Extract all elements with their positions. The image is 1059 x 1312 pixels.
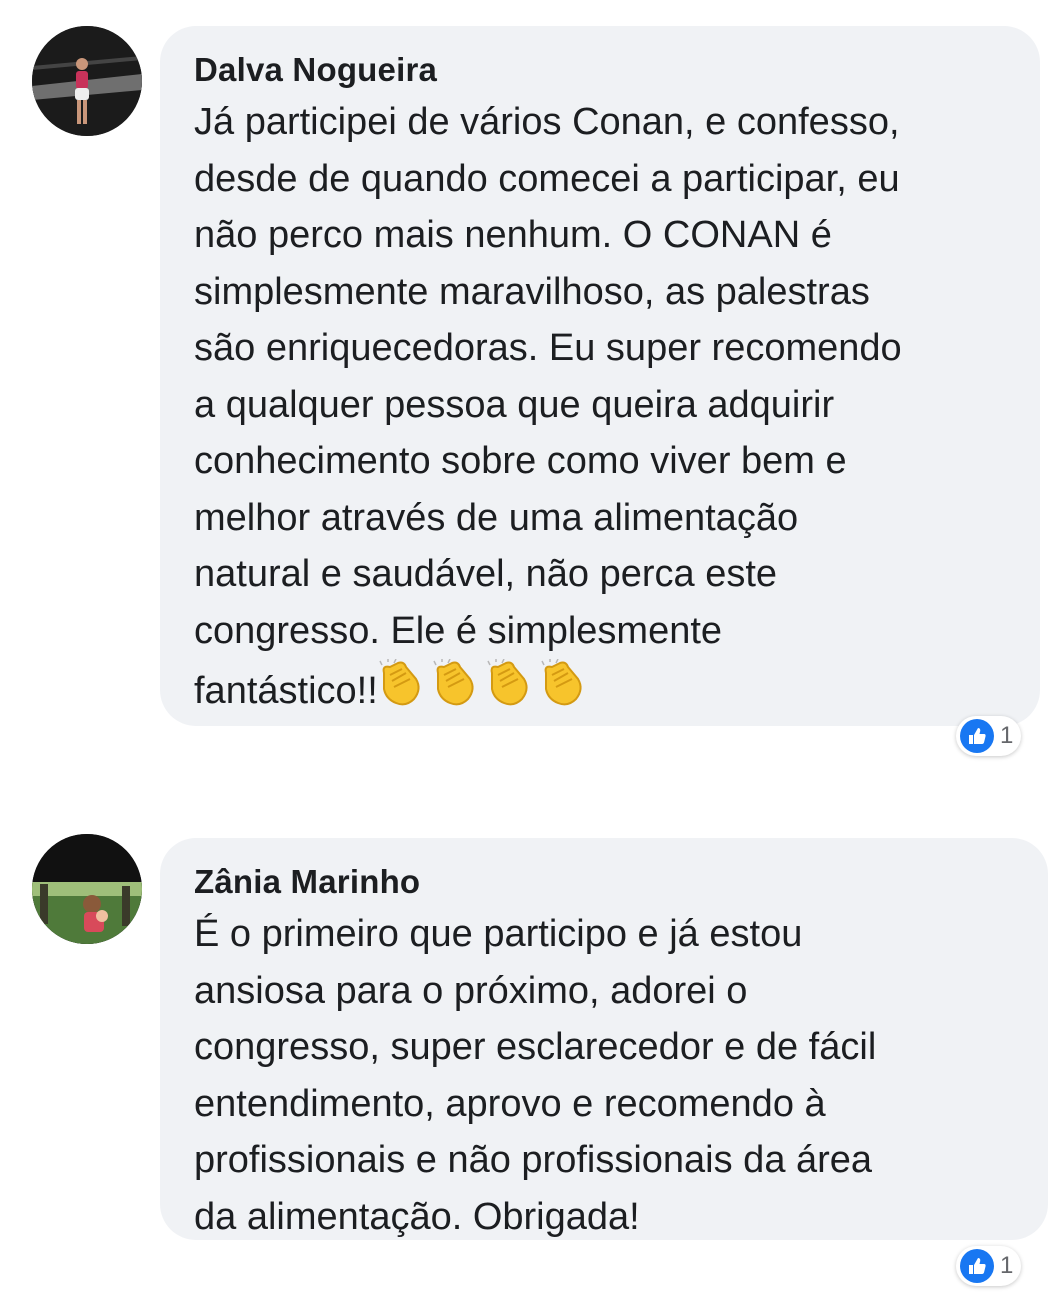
avatar[interactable] <box>32 834 142 944</box>
comment-author[interactable]: Zânia Marinho <box>194 862 1048 902</box>
comment-text: Já participei de vários Conan, e confess… <box>194 94 1024 720</box>
profile-photo <box>32 26 142 136</box>
comment-bubble: Zânia Marinho É o primeiro que participo… <box>160 838 1048 1240</box>
comment-text: É o primeiro que participo e já estou an… <box>194 906 1024 1245</box>
profile-photo <box>32 834 142 944</box>
like-icon <box>960 1249 994 1283</box>
avatar[interactable] <box>32 26 142 136</box>
clapping-hands-icon <box>379 659 582 706</box>
like-count: 1 <box>1000 1252 1014 1279</box>
comment-author[interactable]: Dalva Nogueira <box>194 50 1040 90</box>
like-icon <box>960 719 994 753</box>
comment-bubble: Dalva Nogueira Já participei de vários C… <box>160 26 1040 726</box>
reaction-count[interactable]: 1 <box>956 1246 1022 1286</box>
like-count: 1 <box>1000 722 1014 749</box>
reaction-count[interactable]: 1 <box>956 716 1022 756</box>
comment-body: É o primeiro que participo e já estou an… <box>194 913 877 1238</box>
clapping-hands-emoji <box>378 659 594 712</box>
comment-body: Já participei de vários Conan, e confess… <box>194 101 902 712</box>
